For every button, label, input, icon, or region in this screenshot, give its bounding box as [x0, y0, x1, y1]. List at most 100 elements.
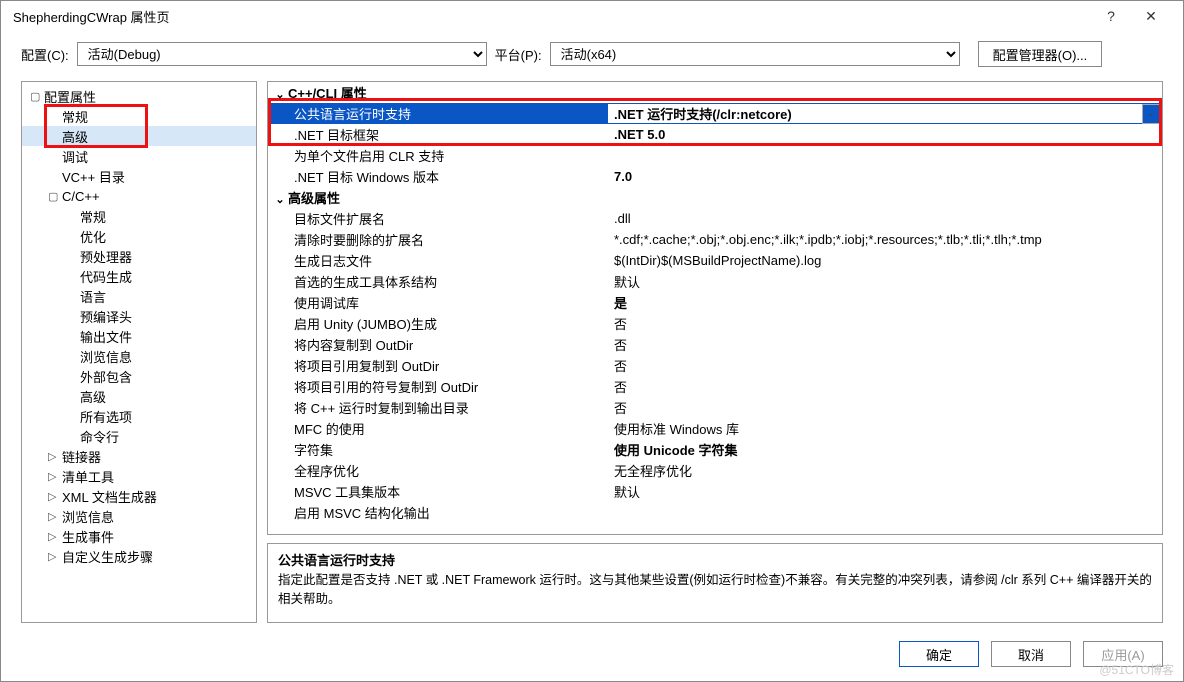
property-row[interactable]: 公共语言运行时支持.NET 运行时支持(/clr:netcore)⌄ [268, 103, 1162, 124]
property-row[interactable]: 全程序优化无全程序优化 [268, 460, 1162, 481]
chevron-icon[interactable]: ▷ [48, 470, 62, 483]
tree-item[interactable]: ▷XML 文档生成器 [22, 486, 256, 506]
tree-item[interactable]: ▷链接器 [22, 446, 256, 466]
titlebar: ShepherdingCWrap 属性页 ? ✕ [1, 1, 1183, 31]
property-value[interactable]: 使用标准 Windows 库 [608, 419, 1162, 438]
tree-item[interactable]: ▢配置属性 [22, 86, 256, 106]
property-row[interactable]: 将内容复制到 OutDir否 [268, 334, 1162, 355]
property-value[interactable]: 否 [608, 314, 1162, 333]
property-value[interactable]: .NET 运行时支持(/clr:netcore) [608, 104, 1142, 123]
platform-select[interactable]: 活动(x64) [550, 42, 960, 66]
property-row[interactable]: 首选的生成工具体系结构默认 [268, 271, 1162, 292]
tree-item[interactable]: ▢C/C++ [22, 186, 256, 206]
tree-item-label: C/C++ [62, 189, 100, 204]
property-row[interactable]: 使用调试库是 [268, 292, 1162, 313]
tree-item[interactable]: VC++ 目录 [22, 166, 256, 186]
tree-item[interactable]: ▷浏览信息 [22, 506, 256, 526]
property-name: 将 C++ 运行时复制到输出目录 [268, 398, 608, 417]
property-value[interactable]: 否 [608, 398, 1162, 417]
property-value[interactable]: *.cdf;*.cache;*.obj;*.obj.enc;*.ilk;*.ip… [608, 232, 1162, 247]
tree-pane[interactable]: ▢配置属性常规高级调试VC++ 目录▢C/C++常规优化预处理器代码生成语言预编… [21, 81, 257, 623]
chevron-icon[interactable]: ▷ [48, 490, 62, 503]
tree-item[interactable]: 代码生成 [22, 266, 256, 286]
property-value[interactable]: 7.0 [608, 169, 1162, 184]
property-value[interactable]: .dll [608, 211, 1162, 226]
chevron-icon[interactable]: ▢ [30, 90, 44, 103]
tree-item[interactable]: 常规 [22, 106, 256, 126]
property-value[interactable]: 否 [608, 377, 1162, 396]
property-value[interactable]: 使用 Unicode 字符集 [608, 440, 1162, 459]
property-name: 使用调试库 [268, 293, 608, 312]
tree-item[interactable]: 外部包含 [22, 366, 256, 386]
chevron-down-icon[interactable]: ⌄ [272, 193, 288, 206]
property-name: ⌄C++/CLI 属性 [268, 83, 608, 102]
tree-item[interactable]: ▷清单工具 [22, 466, 256, 486]
property-row[interactable]: MFC 的使用使用标准 Windows 库 [268, 418, 1162, 439]
property-value[interactable]: 默认 [608, 272, 1162, 291]
tree-item[interactable]: 高级 [22, 126, 256, 146]
property-value[interactable]: .NET 5.0 [608, 127, 1162, 142]
dropdown-button[interactable]: ⌄ [1142, 104, 1160, 124]
right-column: ⌄C++/CLI 属性公共语言运行时支持.NET 运行时支持(/clr:netc… [267, 81, 1163, 623]
tree-item[interactable]: 调试 [22, 146, 256, 166]
chevron-icon[interactable]: ▷ [48, 550, 62, 563]
tree-item[interactable]: 高级 [22, 386, 256, 406]
property-value[interactable]: $(IntDir)$(MSBuildProjectName).log [608, 253, 1162, 268]
help-button[interactable]: ? [1091, 8, 1131, 24]
chevron-icon[interactable]: ▢ [48, 190, 62, 203]
tree-item[interactable]: 预编译头 [22, 306, 256, 326]
property-value[interactable]: 无全程序优化 [608, 461, 1162, 480]
property-row[interactable]: MSVC 工具集版本默认 [268, 481, 1162, 502]
property-group-header[interactable]: ⌄C++/CLI 属性 [268, 82, 1162, 103]
cancel-button[interactable]: 取消 [991, 641, 1071, 667]
property-name: 全程序优化 [268, 461, 608, 480]
property-value[interactable]: 是 [608, 293, 1162, 312]
property-name: .NET 目标 Windows 版本 [268, 167, 608, 186]
property-name: 将项目引用的符号复制到 OutDir [268, 377, 608, 396]
chevron-down-icon[interactable]: ⌄ [272, 88, 288, 101]
tree-item[interactable]: ▷生成事件 [22, 526, 256, 546]
config-row: 配置(C): 活动(Debug) 平台(P): 活动(x64) 配置管理器(O)… [1, 31, 1183, 81]
config-select[interactable]: 活动(Debug) [77, 42, 487, 66]
property-row[interactable]: .NET 目标框架.NET 5.0 [268, 124, 1162, 145]
property-value[interactable]: 否 [608, 356, 1162, 375]
description-title: 公共语言运行时支持 [278, 550, 1152, 569]
property-row[interactable]: 启用 MSVC 结构化输出 [268, 502, 1162, 523]
close-button[interactable]: ✕ [1131, 8, 1171, 25]
property-row[interactable]: 将 C++ 运行时复制到输出目录否 [268, 397, 1162, 418]
property-name: 字符集 [268, 440, 608, 459]
chevron-icon[interactable]: ▷ [48, 530, 62, 543]
tree-item[interactable]: 语言 [22, 286, 256, 306]
config-manager-button[interactable]: 配置管理器(O)... [978, 41, 1103, 67]
property-row[interactable]: 目标文件扩展名.dll [268, 208, 1162, 229]
property-row[interactable]: 将项目引用的符号复制到 OutDir否 [268, 376, 1162, 397]
property-row[interactable]: 将项目引用复制到 OutDir否 [268, 355, 1162, 376]
tree-item[interactable]: 浏览信息 [22, 346, 256, 366]
property-name: 首选的生成工具体系结构 [268, 272, 608, 291]
tree-item[interactable]: 常规 [22, 206, 256, 226]
chevron-icon[interactable]: ▷ [48, 510, 62, 523]
property-value[interactable]: 否 [608, 335, 1162, 354]
property-row[interactable]: 字符集使用 Unicode 字符集 [268, 439, 1162, 460]
tree-item[interactable]: ▷自定义生成步骤 [22, 546, 256, 566]
property-row[interactable]: 生成日志文件$(IntDir)$(MSBuildProjectName).log [268, 250, 1162, 271]
property-row[interactable]: 清除时要删除的扩展名*.cdf;*.cache;*.obj;*.obj.enc;… [268, 229, 1162, 250]
tree-item[interactable]: 优化 [22, 226, 256, 246]
chevron-icon[interactable]: ▷ [48, 450, 62, 463]
tree-item-label: 预处理器 [80, 247, 132, 266]
description-pane: 公共语言运行时支持 指定此配置是否支持 .NET 或 .NET Framewor… [267, 543, 1163, 623]
property-row[interactable]: 为单个文件启用 CLR 支持 [268, 145, 1162, 166]
tree-item[interactable]: 输出文件 [22, 326, 256, 346]
property-value[interactable]: 默认 [608, 482, 1162, 501]
tree-item[interactable]: 命令行 [22, 426, 256, 446]
ok-button[interactable]: 确定 [899, 641, 979, 667]
tree-item[interactable]: 预处理器 [22, 246, 256, 266]
tree-item-label: 输出文件 [80, 327, 132, 346]
property-name: 目标文件扩展名 [268, 209, 608, 228]
property-row[interactable]: .NET 目标 Windows 版本7.0 [268, 166, 1162, 187]
property-row[interactable]: 启用 Unity (JUMBO)生成否 [268, 313, 1162, 334]
tree-item-label: 清单工具 [62, 467, 114, 486]
property-group-header[interactable]: ⌄高级属性 [268, 187, 1162, 208]
tree-item[interactable]: 所有选项 [22, 406, 256, 426]
property-grid[interactable]: ⌄C++/CLI 属性公共语言运行时支持.NET 运行时支持(/clr:netc… [267, 81, 1163, 535]
